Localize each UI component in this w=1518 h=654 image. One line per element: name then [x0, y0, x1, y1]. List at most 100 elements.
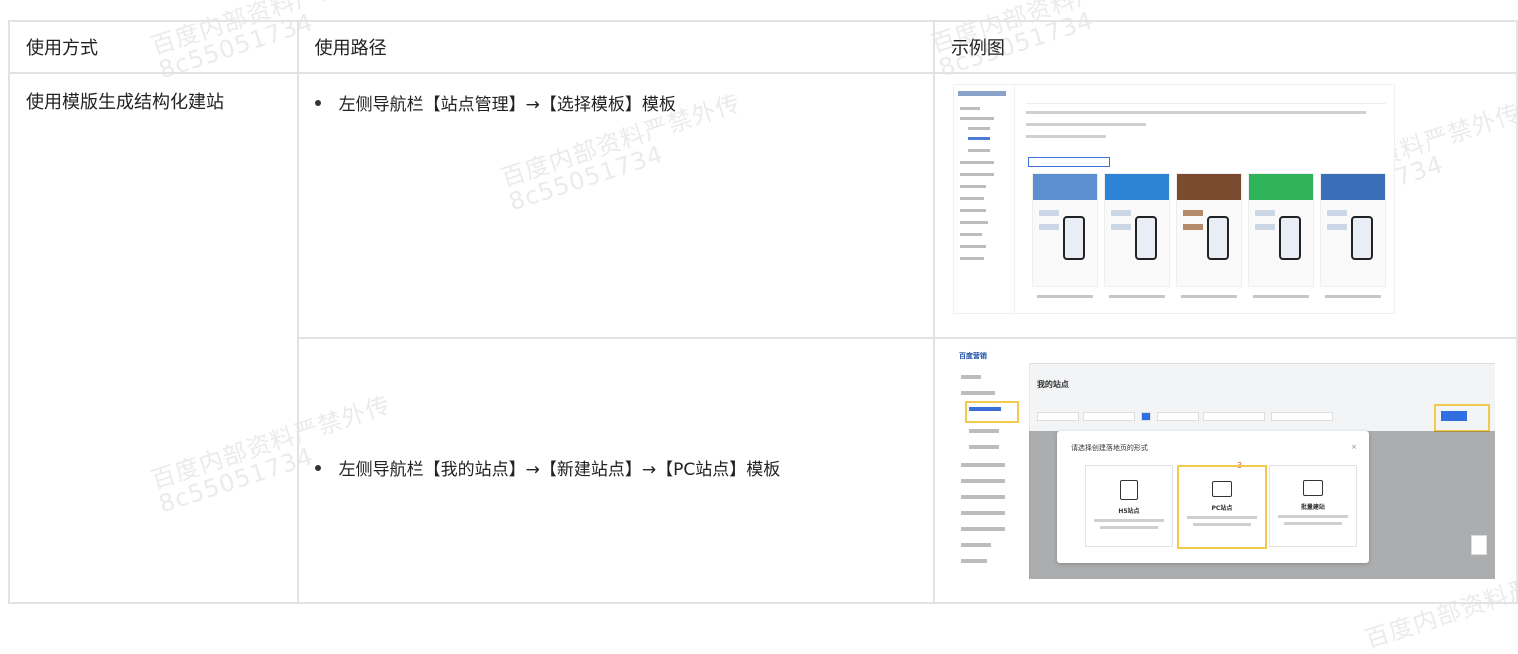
path-text: 左侧导航栏【我的站点】→【新建站点】→【PC站点】模板 — [338, 460, 781, 480]
sidebar-item — [959, 107, 980, 110]
sidebar-item — [959, 257, 984, 260]
sidebar-item — [959, 117, 994, 120]
path-text: 左侧导航栏【站点管理】→【选择模板】模板 — [338, 95, 676, 115]
card-caption — [1252, 295, 1309, 298]
filter-select — [1270, 412, 1333, 421]
header-example: 示例图 — [932, 20, 1518, 74]
help-icon — [1470, 535, 1487, 555]
option-pc: PC站点 — [1176, 465, 1267, 549]
screenshot-sidebar — [954, 85, 1015, 313]
card-banner — [1176, 174, 1241, 200]
card-block — [1254, 210, 1275, 216]
option-label: PC站点 — [1211, 505, 1233, 512]
highlight-new-site — [1433, 404, 1490, 432]
table-header-row: 使用方式 使用路径 示例图 — [8, 20, 1518, 74]
phone-mockup — [1206, 216, 1229, 260]
template-card — [1175, 173, 1242, 298]
sidebar-item — [960, 527, 1005, 531]
screenshot-tabs — [1027, 157, 1110, 167]
sidebar-item — [960, 479, 1005, 483]
screenshot-sidebar — [952, 363, 1030, 579]
card-caption — [1324, 295, 1381, 298]
template-card — [1103, 173, 1170, 298]
screenshot-page-title: 我的站点 — [1036, 380, 1069, 389]
search-icon — [1140, 412, 1151, 421]
filter-select — [1202, 412, 1265, 421]
sidebar-item — [967, 149, 990, 152]
path-cell: 左侧导航栏【站点管理】→【选择模板】模板 — [296, 72, 935, 339]
card-banner — [1320, 174, 1385, 200]
bullet-dot — [314, 99, 321, 106]
path-cell: 左侧导航栏【我的站点】→【新建站点】→【PC站点】模板 — [296, 337, 935, 604]
example-cell — [932, 72, 1518, 339]
card-block — [1254, 224, 1275, 230]
sidebar-item — [960, 463, 1005, 467]
phone-mockup — [1062, 216, 1085, 260]
sidebar-item-templates — [967, 137, 990, 140]
card-banner — [1032, 174, 1097, 200]
sidebar-item — [959, 185, 986, 188]
sidebar-item — [968, 445, 999, 449]
phone-mockup — [1278, 216, 1301, 260]
usage-table: 使用方式 使用路径 示例图 使用模版生成结构化建站 左侧导航栏【站点管理】→【选… — [8, 20, 1518, 604]
modal-title: 请选择创建落地页的形式 — [1070, 444, 1148, 452]
sidebar-item — [968, 429, 999, 433]
sidebar-item — [960, 391, 995, 395]
sidebar-item — [960, 511, 1005, 515]
close-icon: × — [1351, 443, 1357, 451]
sidebar-item — [960, 375, 981, 379]
template-selection-screenshot — [952, 84, 1395, 314]
template-card — [1247, 173, 1314, 298]
card-block — [1038, 210, 1059, 216]
option-h5: H5站点 — [1084, 465, 1173, 547]
filter-input — [1082, 412, 1135, 421]
sidebar-item — [959, 197, 984, 200]
option-batch: 批量建站 — [1268, 465, 1357, 547]
sidebar-item — [959, 173, 994, 176]
new-site-screenshot: 百度营销 我的站点 请选择创建落地页的形式 × 3 H5站点 PC站点 批量建站 — [952, 347, 1495, 579]
card-block — [1182, 210, 1203, 216]
bullet-dot — [314, 464, 321, 471]
screenshot-logo: 百度营销 — [958, 352, 987, 360]
sidebar-item — [960, 543, 991, 547]
card-block — [1182, 224, 1203, 230]
card-block — [1326, 224, 1347, 230]
filter-row — [1025, 135, 1106, 138]
example-cell: 百度营销 我的站点 请选择创建落地页的形式 × 3 H5站点 PC站点 批量建站 — [932, 337, 1518, 604]
method-cell: 使用模版生成结构化建站 — [8, 72, 299, 604]
sidebar-item — [959, 161, 994, 164]
card-banner — [1104, 174, 1169, 200]
sidebar-item — [960, 495, 1005, 499]
path-bullet: 左侧导航栏【站点管理】→【选择模板】模板 — [314, 90, 917, 115]
option-desc — [1283, 522, 1342, 525]
card-caption — [1108, 295, 1165, 298]
option-desc — [1093, 519, 1164, 522]
sidebar-item — [959, 233, 982, 236]
pc-site-icon — [1211, 481, 1232, 497]
header-method: 使用方式 — [8, 20, 299, 74]
template-card — [1031, 173, 1098, 298]
option-desc — [1186, 516, 1257, 519]
table-row: 使用模版生成结构化建站 左侧导航栏【站点管理】→【选择模板】模板 — [8, 72, 1518, 604]
header-path: 使用路径 — [296, 20, 935, 74]
screenshot-logo — [957, 91, 1006, 96]
screenshot-filters — [1036, 409, 1477, 423]
h5-site-icon — [1119, 480, 1138, 500]
phone-mockup — [1134, 216, 1157, 260]
filter-row — [1025, 123, 1146, 126]
card-block — [1110, 210, 1131, 216]
sidebar-item — [967, 127, 990, 130]
highlight-my-sites — [964, 401, 1019, 423]
card-block — [1038, 224, 1059, 230]
card-block — [1110, 224, 1131, 230]
sidebar-item — [960, 559, 987, 563]
card-block — [1326, 210, 1347, 216]
option-desc — [1277, 515, 1348, 518]
screenshot-search-bar — [1025, 95, 1386, 104]
option-desc — [1099, 526, 1158, 529]
batch-site-icon — [1302, 480, 1323, 496]
filter-row — [1025, 111, 1366, 114]
create-site-modal: 请选择创建落地页的形式 × 3 H5站点 PC站点 批量建站 — [1056, 431, 1369, 563]
card-caption — [1036, 295, 1093, 298]
sidebar-item — [959, 221, 988, 224]
